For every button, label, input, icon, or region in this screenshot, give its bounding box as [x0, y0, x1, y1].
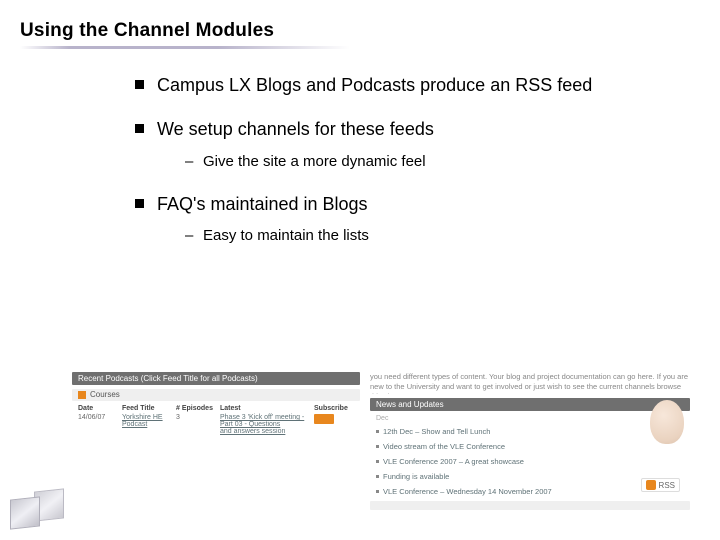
- slide: Using the Channel Modules Campus LX Blog…: [0, 0, 720, 540]
- cell-feed: Yorkshire HE Podcast: [122, 414, 172, 435]
- cell-latest: Phase 3 'Kick off' meeting - Part 03 - Q…: [220, 414, 310, 435]
- subheader-text: Courses: [90, 391, 120, 399]
- cell-date: 14/06/07: [78, 414, 118, 435]
- footer-logo: [6, 472, 76, 534]
- podcast-table: Date Feed Title # Episodes Latest Subscr…: [72, 405, 360, 435]
- feed-link[interactable]: Podcast: [122, 421, 147, 428]
- col-feed: Feed Title: [122, 405, 172, 412]
- news-link[interactable]: VLE Conference 2007 – A great showcase: [370, 456, 690, 467]
- panel-footer: [370, 501, 690, 510]
- dec: Dec: [370, 415, 690, 422]
- bullet-list: Campus LX Blogs and Podcasts produce an …: [135, 73, 680, 246]
- title-area: Using the Channel Modules: [0, 0, 720, 49]
- podcast-panel: Recent Podcasts (Click Feed Title for al…: [72, 372, 360, 510]
- news-panel: you need different types of content. You…: [370, 372, 690, 510]
- sub-item: Easy to maintain the lists: [185, 226, 680, 246]
- panel-header: Recent Podcasts (Click Feed Title for al…: [72, 372, 360, 385]
- cell-eps: 3: [176, 414, 216, 435]
- avatar: [650, 400, 684, 444]
- col-latest: Latest: [220, 405, 310, 412]
- bullet-text: We setup channels for these feeds: [157, 119, 434, 139]
- cube-icon: [10, 496, 40, 529]
- sub-list: Easy to maintain the lists: [157, 226, 680, 246]
- sub-list: Give the site a more dynamic feel: [157, 152, 680, 172]
- bullet-item: FAQ's maintained in Blogs Easy to mainta…: [135, 192, 680, 247]
- news-link[interactable]: Video stream of the VLE Conference: [370, 441, 690, 452]
- col-sub: Subscribe: [314, 405, 354, 412]
- subscribe-button[interactable]: [314, 414, 334, 424]
- panel-subheader: Courses: [72, 389, 360, 401]
- bullet-item: We setup channels for these feeds Give t…: [135, 117, 680, 172]
- latest-link[interactable]: Phase 3 'Kick off' meeting - Part 03 - Q…: [220, 414, 304, 428]
- col-date: Date: [78, 405, 118, 412]
- screenshots-row: Recent Podcasts (Click Feed Title for al…: [72, 372, 690, 510]
- rss-badge[interactable]: RSS: [641, 478, 680, 492]
- slide-content: Campus LX Blogs and Podcasts produce an …: [0, 49, 720, 246]
- news-link[interactable]: 12th Dec – Show and Tell Lunch: [370, 426, 690, 437]
- rss-label: RSS: [659, 481, 675, 490]
- bullet-text: FAQ's maintained in Blogs: [157, 194, 368, 214]
- col-eps: # Episodes: [176, 405, 216, 412]
- feed-link[interactable]: Yorkshire HE: [122, 414, 163, 421]
- cell-sub: [314, 414, 354, 435]
- news-header: News and Updates: [370, 398, 690, 411]
- rss-icon: [78, 391, 86, 399]
- rss-icon: [646, 480, 656, 490]
- sub-item: Give the site a more dynamic feel: [185, 152, 680, 172]
- blurb-text: you need different types of content. You…: [370, 372, 690, 394]
- slide-title: Using the Channel Modules: [20, 20, 720, 42]
- latest-link[interactable]: and answers session: [220, 428, 285, 435]
- bullet-item: Campus LX Blogs and Podcasts produce an …: [135, 73, 680, 97]
